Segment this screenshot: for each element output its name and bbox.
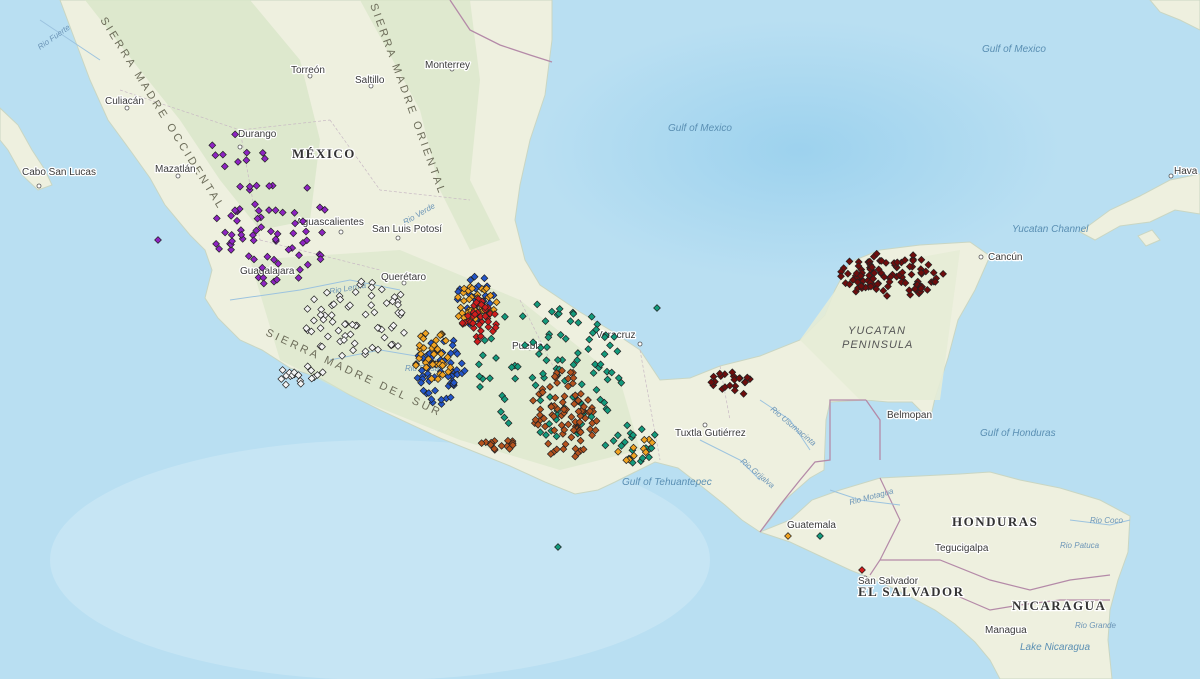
city-san-luis-potosi: San Luis Potosí bbox=[372, 224, 442, 235]
gulf-of-tehuantepec-label: Gulf of Tehuantepec bbox=[622, 477, 712, 488]
city-tuxtla-gutierrez: Tuxtla Gutiérrez bbox=[675, 428, 746, 439]
gulf-of-honduras-label: Gulf of Honduras bbox=[980, 428, 1056, 439]
city-belmopan: Belmopan bbox=[887, 410, 932, 421]
honduras-country-label: HONDURAS bbox=[952, 514, 1038, 529]
gulf-of-mexico-label-north: Gulf of Mexico bbox=[982, 44, 1046, 55]
rio-grande-label: Rio Grande bbox=[1075, 621, 1116, 630]
city-mazatlan: Mazatlán bbox=[155, 164, 196, 175]
yucatan-channel-label: Yucatan Channel bbox=[1012, 224, 1089, 235]
gulf-deep-water bbox=[540, 20, 1060, 280]
city-san-salvador: San Salvador bbox=[858, 576, 919, 587]
city-culiacan: Culiacán bbox=[105, 96, 144, 107]
yucatan-label-line2: PENINSULA bbox=[842, 339, 913, 351]
city-guatemala: Guatemala bbox=[787, 520, 836, 531]
city-durango: Durango bbox=[238, 129, 277, 140]
yucatan-label-line1: YUCATAN bbox=[848, 325, 906, 337]
rio-patuca-label: Rio Patuca bbox=[1060, 541, 1100, 550]
city-aguascalientes: Aguascalientes bbox=[296, 217, 364, 228]
city-queretaro: Querétaro bbox=[381, 272, 426, 283]
mexico-country-label: MÉXICO bbox=[292, 146, 356, 161]
city-saltillo: Saltillo bbox=[355, 75, 385, 86]
city-torreon: Torreón bbox=[291, 65, 325, 76]
lake-nicaragua-label: Lake Nicaragua bbox=[1020, 642, 1090, 653]
rio-coco-label: Rio Coco bbox=[1090, 516, 1123, 525]
gulf-of-mexico-label: Gulf of Mexico bbox=[668, 123, 732, 134]
city-guadalajara: Guadalajara bbox=[240, 266, 295, 277]
city-havana: Hava bbox=[1174, 166, 1198, 177]
city-cabo-san-lucas: Cabo San Lucas bbox=[22, 167, 96, 178]
city-managua: Managua bbox=[985, 625, 1027, 636]
city-tegucigalpa: Tegucigalpa bbox=[935, 543, 989, 554]
basemap[interactable]: SIERRA MADRE OCCIDENTAL SIERRA MADRE ORI… bbox=[0, 0, 1200, 679]
city-cancun: Cancún bbox=[988, 252, 1022, 263]
city-monterrey: Monterrey bbox=[425, 60, 470, 71]
nicaragua-country-label: NICARAGUA bbox=[1012, 598, 1106, 613]
